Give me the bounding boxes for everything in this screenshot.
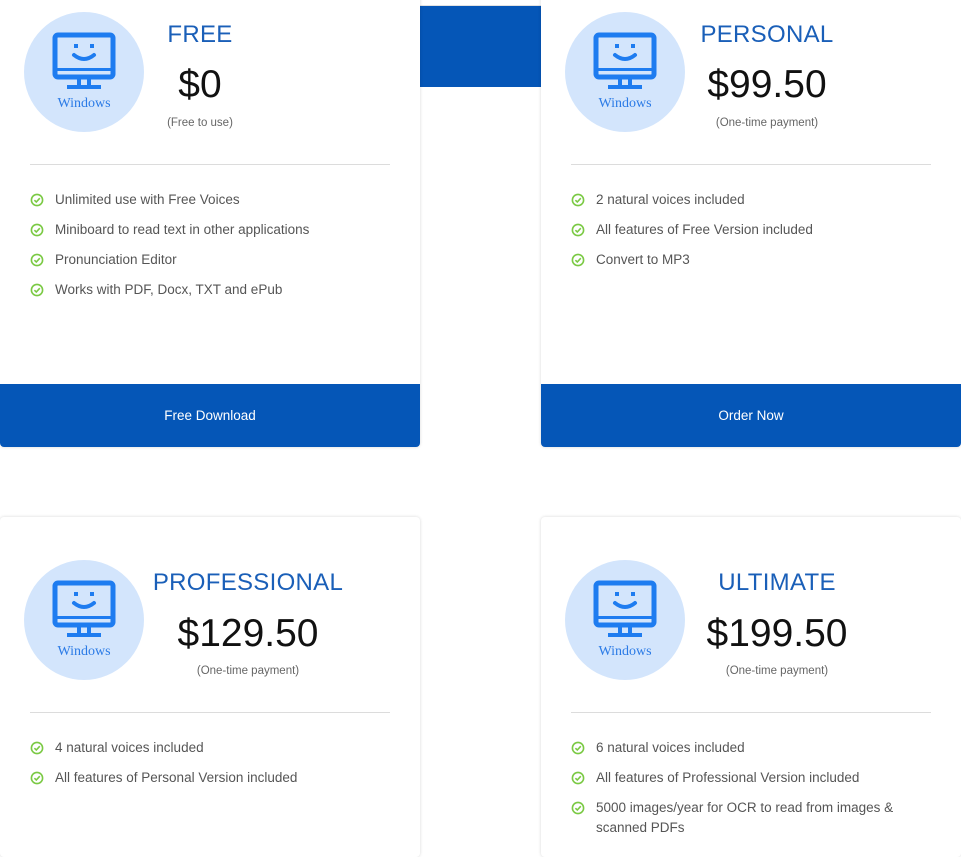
platform-badge: Windows bbox=[24, 12, 144, 132]
feature-text: 2 natural voices included bbox=[596, 192, 745, 207]
order-now-button[interactable]: Order Now bbox=[541, 384, 961, 447]
plan-card-personal: Windows PERSONAL $99.50 (One-time paymen… bbox=[541, 0, 961, 447]
feature-item: All features of Free Version included bbox=[571, 220, 941, 240]
divider bbox=[571, 164, 931, 165]
plan-price: $199.50 bbox=[706, 612, 848, 655]
check-circle-icon bbox=[571, 193, 585, 207]
divider bbox=[30, 164, 390, 165]
monitor-smile-icon bbox=[593, 32, 657, 89]
plan-price: $129.50 bbox=[177, 612, 319, 655]
price-note: (One-time payment) bbox=[715, 117, 819, 129]
monitor-smile-icon bbox=[52, 32, 116, 89]
check-circle-icon bbox=[30, 253, 44, 267]
plan-title: PROFESSIONAL bbox=[152, 569, 344, 596]
check-circle-icon bbox=[30, 223, 44, 237]
feature-item: 4 natural voices included bbox=[30, 738, 400, 758]
platform-label: Windows bbox=[598, 644, 652, 659]
feature-list: 4 natural voices included All features o… bbox=[30, 738, 400, 798]
check-circle-icon bbox=[571, 253, 585, 267]
platform-label: Windows bbox=[57, 96, 111, 111]
feature-text: Works with PDF, Docx, TXT and ePub bbox=[55, 282, 283, 297]
feature-text: All features of Personal Version include… bbox=[55, 770, 298, 785]
feature-text: 6 natural voices included bbox=[596, 740, 745, 755]
feature-text: Convert to MP3 bbox=[596, 252, 690, 267]
platform-badge: Windows bbox=[565, 12, 685, 132]
plan-title: FREE bbox=[167, 21, 233, 48]
check-circle-icon bbox=[30, 741, 44, 755]
platform-label: Windows bbox=[598, 96, 652, 111]
feature-text: All features of Free Version included bbox=[596, 222, 813, 237]
feature-item: Unlimited use with Free Voices bbox=[30, 190, 400, 210]
plan-price: $99.50 bbox=[707, 63, 827, 106]
check-circle-icon bbox=[571, 771, 585, 785]
feature-text: Pronunciation Editor bbox=[55, 252, 177, 267]
feature-text: 5000 images/year for OCR to read from im… bbox=[596, 800, 894, 835]
plan-card-ultimate: Windows ULTIMATE $199.50 (One-time payme… bbox=[541, 517, 961, 857]
divider bbox=[30, 712, 390, 713]
feature-item: Works with PDF, Docx, TXT and ePub bbox=[30, 280, 400, 300]
feature-item: All features of Professional Version inc… bbox=[571, 768, 941, 788]
feature-item: Pronunciation Editor bbox=[30, 250, 400, 270]
feature-text: All features of Professional Version inc… bbox=[596, 770, 860, 785]
check-circle-icon bbox=[30, 283, 44, 297]
price-note: (One-time payment) bbox=[725, 665, 829, 677]
monitor-smile-icon bbox=[593, 580, 657, 637]
feature-item: Convert to MP3 bbox=[571, 250, 941, 270]
feature-item: 5000 images/year for OCR to read from im… bbox=[571, 798, 916, 838]
check-circle-icon bbox=[571, 801, 585, 815]
feature-text: Miniboard to read text in other applicat… bbox=[55, 222, 310, 237]
check-circle-icon bbox=[571, 223, 585, 237]
check-circle-icon bbox=[30, 193, 44, 207]
feature-item: 6 natural voices included bbox=[571, 738, 941, 758]
plan-title: ULTIMATE bbox=[718, 569, 836, 596]
platform-badge: Windows bbox=[24, 560, 144, 680]
monitor-smile-icon bbox=[52, 580, 116, 637]
feature-item: 2 natural voices included bbox=[571, 190, 941, 210]
plan-card-free: Windows FREE $0 (Free to use) Unlimited … bbox=[0, 0, 420, 447]
check-circle-icon bbox=[571, 741, 585, 755]
plan-card-professional: Windows PROFESSIONAL $129.50 (One-time p… bbox=[0, 517, 420, 857]
price-note: (One-time payment) bbox=[196, 665, 300, 677]
platform-badge: Windows bbox=[565, 560, 685, 680]
feature-item: All features of Personal Version include… bbox=[30, 768, 400, 788]
feature-list: 6 natural voices included All features o… bbox=[571, 738, 941, 848]
divider bbox=[571, 712, 931, 713]
plan-title: PERSONAL bbox=[700, 21, 834, 48]
free-download-button[interactable]: Free Download bbox=[0, 384, 420, 447]
decorative-blue-block bbox=[420, 6, 541, 87]
plan-price: $0 bbox=[178, 63, 222, 106]
feature-item: Miniboard to read text in other applicat… bbox=[30, 220, 400, 240]
feature-text: Unlimited use with Free Voices bbox=[55, 192, 240, 207]
check-circle-icon bbox=[30, 771, 44, 785]
price-note: (Free to use) bbox=[167, 117, 233, 129]
feature-list: 2 natural voices included All features o… bbox=[571, 190, 941, 280]
feature-text: 4 natural voices included bbox=[55, 740, 204, 755]
platform-label: Windows bbox=[57, 644, 111, 659]
feature-list: Unlimited use with Free Voices Miniboard… bbox=[30, 190, 400, 310]
